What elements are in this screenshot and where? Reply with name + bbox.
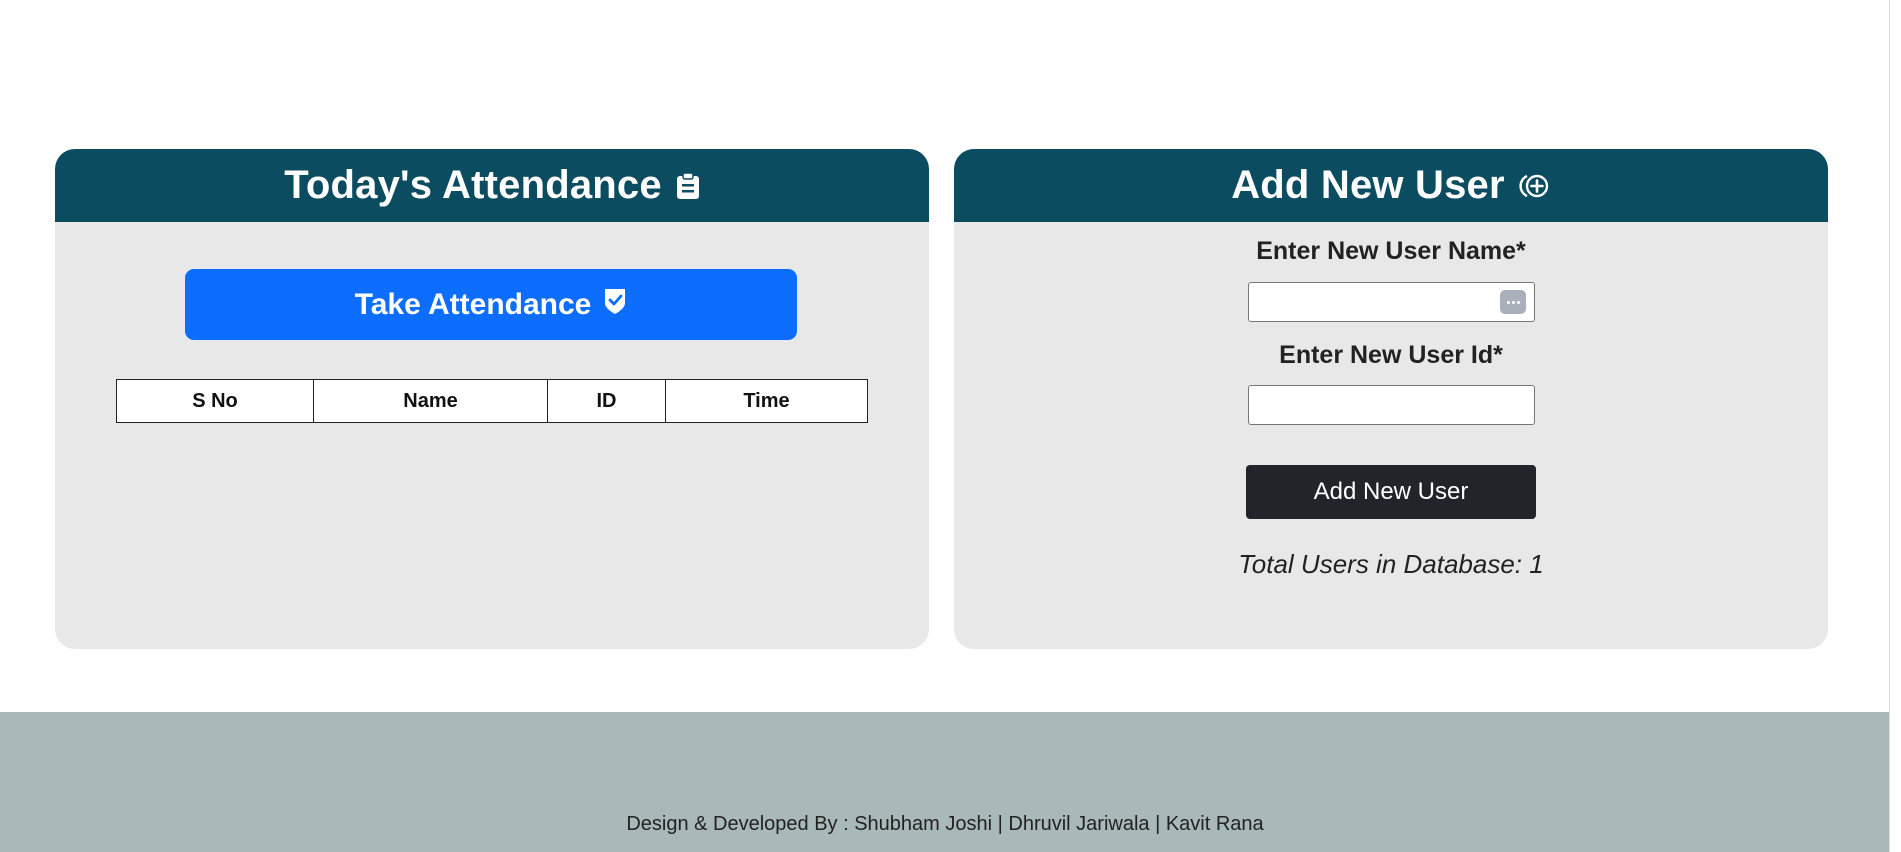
password-manager-icon[interactable] [1500, 290, 1526, 314]
user-name-label: Enter New User Name* [1256, 237, 1526, 265]
user-id-label: Enter New User Id* [1279, 341, 1503, 369]
column-header-name: Name [313, 379, 548, 423]
column-header-s-no: S No [116, 379, 314, 423]
column-header-time: Time [665, 379, 868, 423]
attendance-table: S No Name ID Time [116, 379, 868, 423]
plus-circle-icon [1519, 172, 1551, 200]
scrollbar[interactable] [1889, 0, 1901, 852]
take-attendance-label: Take Attendance [354, 287, 592, 321]
attendance-panel-header: Today's Attendance [55, 149, 929, 222]
shield-check-icon [603, 287, 627, 315]
footer-credits: Design & Developed By : Shubham Joshi | … [626, 813, 1264, 835]
footer: Design & Developed By : Shubham Joshi | … [0, 712, 1890, 852]
add-user-title: Add New User [1231, 163, 1505, 207]
add-user-panel-header: Add New User [954, 149, 1828, 222]
attendance-panel: Today's Attendance Take Attendance S No … [55, 149, 929, 649]
attendance-title: Today's Attendance [284, 163, 662, 207]
user-name-input[interactable] [1248, 282, 1535, 322]
column-header-id: ID [547, 379, 666, 423]
add-user-panel: Add New User Enter New User Name* Enter … [954, 149, 1828, 649]
user-id-input[interactable] [1248, 385, 1535, 425]
take-attendance-button[interactable]: Take Attendance [185, 269, 797, 340]
attendance-table-header-row: S No Name ID Time [116, 379, 868, 423]
total-users-text: Total Users in Database: 1 [1238, 549, 1544, 579]
add-new-user-button[interactable]: Add New User [1246, 465, 1536, 519]
clipboard-icon [676, 171, 700, 200]
